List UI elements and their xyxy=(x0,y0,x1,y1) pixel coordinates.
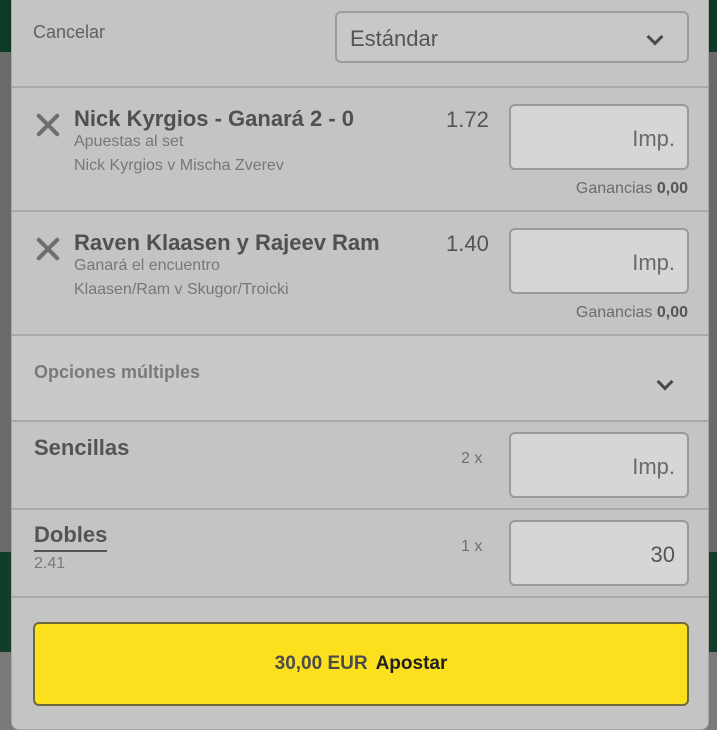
multiples-label: Opciones múltiples xyxy=(34,362,201,382)
place-bet-button[interactable]: 30,00 EUR Apostar xyxy=(33,622,689,706)
chevron-down-icon xyxy=(656,373,674,391)
bet-selection: Raven Klaasen y Rajeev Ram Ganará el enc… xyxy=(12,212,708,336)
stake-input[interactable]: Imp. xyxy=(509,228,689,294)
bet-event: Nick Kyrgios v Mischa Zverev xyxy=(74,157,284,174)
winnings-value: 0,00 xyxy=(656,180,688,197)
stake-placeholder: Imp. xyxy=(632,454,675,479)
winnings-label: Ganancias xyxy=(575,304,653,321)
bet-mode-value: Estándar xyxy=(350,26,439,51)
stake-placeholder: Imp. xyxy=(632,250,675,275)
remove-bet-icon[interactable] xyxy=(35,112,61,138)
bet-title: Nick Kyrgios - Ganará 2 - 0 xyxy=(74,106,354,131)
winnings-text: Ganancias 0,00 xyxy=(576,304,688,322)
place-bet-amount: 30,00 EUR xyxy=(274,653,368,674)
place-bet-content: 30,00 EUR Apostar xyxy=(35,653,687,675)
remove-bet-icon[interactable] xyxy=(35,236,61,262)
chevron-down-icon xyxy=(646,28,664,46)
winnings-label: Ganancias xyxy=(575,180,653,197)
bet-title: Raven Klaasen y Rajeev Ram xyxy=(74,230,380,255)
bet-odds: 1.40 xyxy=(446,231,489,256)
bet-mode-select[interactable]: Estándar xyxy=(335,11,689,63)
cancel-button[interactable]: Cancelar xyxy=(33,22,105,43)
singles-row: Sencillas 2 x Imp. xyxy=(12,422,708,510)
singles-label: Sencillas xyxy=(34,435,130,460)
singles-multiplier: 2 x xyxy=(461,450,483,467)
betslip-header: Cancelar Estándar xyxy=(12,0,708,88)
doubles-label[interactable]: Dobles xyxy=(34,522,108,552)
winnings-value: 0,00 xyxy=(656,304,688,321)
bet-event: Klaasen/Ram v Skugor/Troicki xyxy=(74,281,289,298)
bet-market: Apuestas al set xyxy=(74,133,184,150)
stake-input[interactable]: Imp. xyxy=(509,104,689,170)
doubles-stake-input[interactable]: 30 xyxy=(509,520,689,586)
winnings-text: Ganancias 0,00 xyxy=(576,180,688,198)
bet-market: Ganará el encuentro xyxy=(74,257,220,274)
doubles-multiplier: 1 x xyxy=(461,538,483,555)
doubles-row: Dobles 2.41 1 x 30 xyxy=(12,510,708,598)
multiples-toggle[interactable]: Opciones múltiples xyxy=(12,336,708,422)
doubles-odds: 2.41 xyxy=(34,555,66,572)
place-bet-label: Apostar xyxy=(375,653,448,674)
stake-value: 30 xyxy=(650,542,675,567)
bet-selection: Nick Kyrgios - Ganará 2 - 0 Apuestas al … xyxy=(12,88,708,212)
betslip-panel: Cancelar Estándar Nick Kyrgios - Ganará … xyxy=(11,0,709,730)
singles-stake-input[interactable]: Imp. xyxy=(509,432,689,498)
bet-odds: 1.72 xyxy=(446,107,489,132)
stake-placeholder: Imp. xyxy=(632,126,675,151)
